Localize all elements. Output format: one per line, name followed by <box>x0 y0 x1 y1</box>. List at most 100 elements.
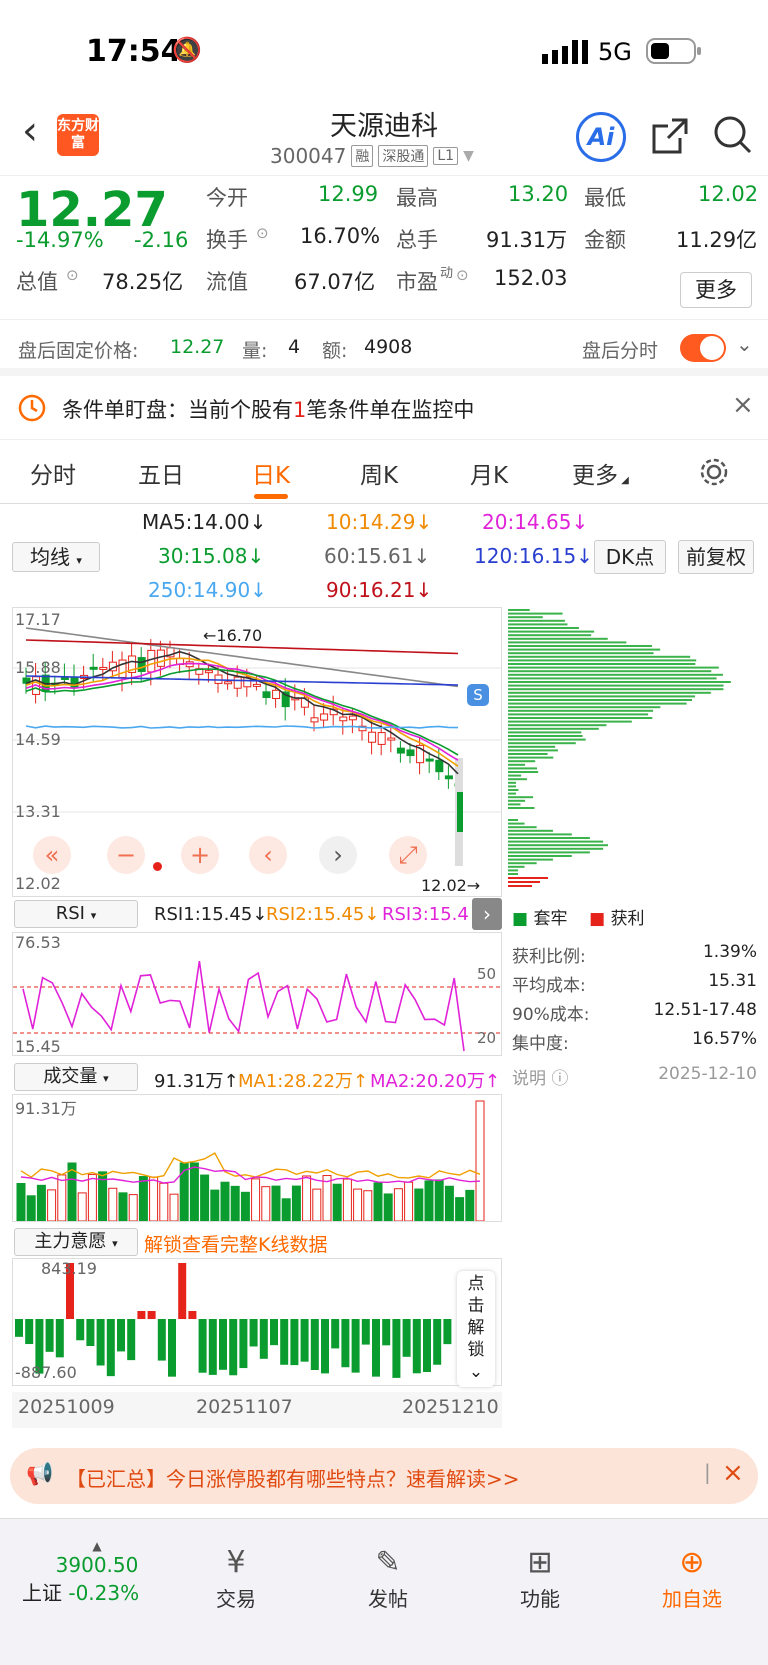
nav-function[interactable]: ⊞ 功能 <box>480 1543 600 1612</box>
tab-intraday[interactable]: 分时 <box>30 456 76 490</box>
zoom-out-button[interactable]: − <box>107 836 145 874</box>
rsi-50: 50 <box>477 965 497 983</box>
chevron-down-icon[interactable]: ⌄ <box>736 332 753 356</box>
main-force-bar <box>25 1319 34 1345</box>
main-force-bar <box>15 1319 23 1337</box>
volume-bar <box>210 1189 220 1222</box>
chip-bar <box>508 717 653 719</box>
info-icon[interactable]: ⊙ <box>456 266 469 284</box>
low-marker: 12.02→ <box>421 876 481 895</box>
rsi2-value: RSI2:15.45↓ <box>266 904 380 925</box>
main-force-bar <box>106 1319 115 1377</box>
main-force-bar <box>168 1319 176 1377</box>
candle <box>348 715 357 721</box>
chip-bar <box>508 796 534 799</box>
dk-point-button[interactable]: DK点 <box>594 540 666 574</box>
volume-selector[interactable]: 成交量 ▾ <box>14 1063 138 1091</box>
info-icon[interactable]: ⊙ <box>66 266 79 284</box>
volume-bar <box>200 1174 210 1222</box>
nav-add-watchlist[interactable]: ⊕ 加自选 <box>632 1543 752 1612</box>
chip-bar <box>508 720 632 723</box>
date-mid: 20251107 <box>196 1396 293 1418</box>
chip-bar <box>508 735 583 737</box>
tab-more[interactable]: 更多 ◢ <box>572 456 629 490</box>
ma-selector[interactable]: 均线 ▾ <box>12 542 100 572</box>
unlock-link[interactable]: 解锁查看完整K线数据 <box>144 1230 327 1257</box>
candle <box>147 649 156 673</box>
close-icon[interactable]: × <box>722 1458 744 1488</box>
volume-bar <box>404 1181 414 1222</box>
ai-button[interactable]: Ai <box>576 112 626 162</box>
clock: 17:54 <box>86 34 182 69</box>
chip-bar <box>508 648 661 651</box>
main-force-bar <box>76 1319 85 1341</box>
promo-banner[interactable]: 📢 【已汇总】今日涨停股都有哪些特点？速看解读>> | × <box>10 1448 758 1504</box>
candle <box>204 670 213 674</box>
tab-daily-k[interactable]: 日K <box>252 456 290 499</box>
chip-bar <box>508 760 536 763</box>
ma-legend: MA5:14.00↓ 10:14.29↓ 20:14.65↓ 均线 ▾ 30:1… <box>0 504 768 604</box>
chip-bar <box>508 881 540 883</box>
mcap-label: 总值 <box>16 270 58 294</box>
info-icon[interactable]: ⓘ <box>551 1069 568 1089</box>
after-amt-label: 额: <box>322 340 348 362</box>
tab-weekly-k[interactable]: 周K <box>360 456 398 490</box>
volume-bar <box>169 1193 179 1222</box>
shift-right-button[interactable]: › <box>319 836 357 874</box>
share-icon[interactable] <box>650 116 690 156</box>
y-label-top: 17.17 <box>15 610 61 629</box>
close-icon[interactable]: × <box>732 390 754 420</box>
index-change: -0.23% <box>68 1581 140 1605</box>
high-label: 最高 <box>396 186 438 210</box>
bottom-nav: ▲ 3900.50 上证 -0.23% ¥ 交易 ✎ 发帖 ⊞ 功能 ⊕ 加自选 <box>0 1518 768 1665</box>
more-button[interactable]: 更多 <box>680 272 752 308</box>
index-widget[interactable]: ▲ 3900.50 上证 -0.23% <box>22 1539 172 1606</box>
adjust-button[interactable]: 前复权 <box>678 540 754 574</box>
settings-icon[interactable] <box>698 456 730 488</box>
expand-arrow-button[interactable]: › <box>472 898 502 930</box>
main-force-bar <box>433 1319 442 1365</box>
explain-link[interactable]: 说明 <box>512 1069 546 1089</box>
info-icon[interactable]: ⊙ <box>256 224 269 242</box>
nav-post[interactable]: ✎ 发帖 <box>328 1543 448 1612</box>
main-force-selector[interactable]: 主力意愿 ▾ <box>14 1228 138 1256</box>
sell-signal-badge[interactable]: S <box>467 684 489 706</box>
condition-order-bar[interactable]: 条件单盯盘：当前个股有1笔条件单在监控中 × <box>0 376 768 440</box>
chip-bar <box>508 807 535 809</box>
chip-bar <box>508 763 526 766</box>
shift-left-fast-button[interactable]: « <box>33 836 71 874</box>
volume-bar <box>189 1162 199 1222</box>
ma20-value: 20:14.65↓ <box>482 510 589 534</box>
search-icon[interactable] <box>712 114 754 156</box>
fullscreen-button[interactable]: ⤢ <box>389 836 427 874</box>
chip-bar <box>508 724 607 727</box>
chip-distribution <box>508 609 731 887</box>
chip-bar <box>508 771 539 773</box>
dropdown-icon[interactable]: ▼ <box>463 148 474 164</box>
chip-bar <box>508 713 649 716</box>
tab-monthly-k[interactable]: 月K <box>470 456 508 490</box>
shift-left-button[interactable]: ‹ <box>249 836 287 874</box>
unlock-button[interactable]: 点击解锁 ⌄ <box>457 1271 495 1387</box>
vol-ma2: MA2:20.20万↑ <box>370 1071 500 1092</box>
rsi-selector[interactable]: RSI ▾ <box>14 900 138 928</box>
main-force-bar <box>382 1319 391 1346</box>
after-hours-toggle[interactable] <box>680 334 726 362</box>
mute-icon: 🔕 <box>172 36 202 64</box>
kline-chart[interactable]: 17.17 15.88 14.59 13.31 12.02 ←16.70 12.… <box>12 607 502 897</box>
volume-bar <box>312 1188 322 1222</box>
pe-value: 152.03 <box>494 266 568 290</box>
low-value: 12.02 <box>698 182 759 206</box>
legend-profit: 获利 <box>610 909 645 929</box>
tab-5day[interactable]: 五日 <box>138 456 184 490</box>
main-force-bar <box>412 1319 421 1374</box>
network-label: 5G <box>598 38 632 66</box>
main-force-bar <box>157 1319 166 1361</box>
chip-bar <box>508 885 532 887</box>
chip-bar <box>508 695 696 698</box>
zoom-in-button[interactable]: + <box>181 836 219 874</box>
main-force-bar <box>321 1319 329 1374</box>
volume-bar <box>108 1187 118 1222</box>
y-label-bottom: 12.02 <box>15 874 61 893</box>
nav-trade[interactable]: ¥ 交易 <box>176 1543 296 1612</box>
